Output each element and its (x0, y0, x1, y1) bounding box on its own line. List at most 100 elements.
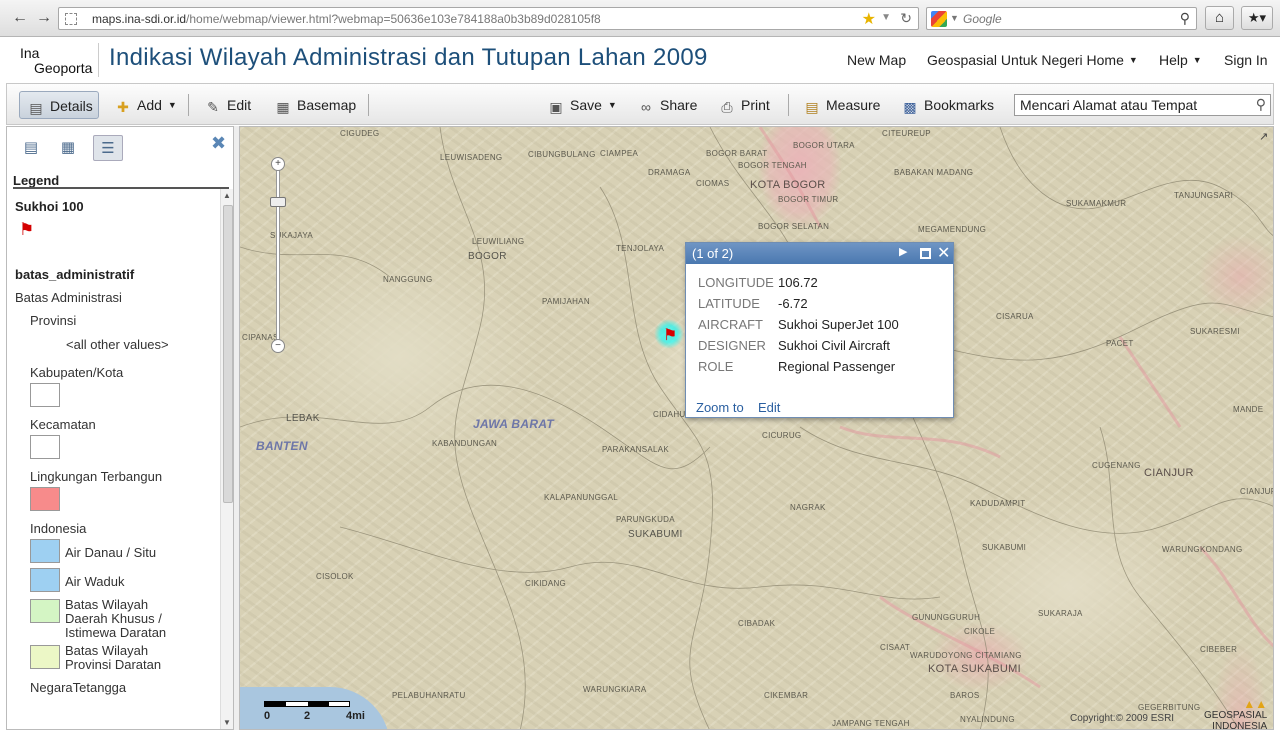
google-icon[interactable] (931, 11, 947, 27)
zoom-slider[interactable]: + − (270, 157, 286, 353)
map-label: KOTA BOGOR (750, 179, 826, 191)
app-header: Ina Geoporta Indikasi Wilayah Administra… (0, 37, 1280, 82)
help-menu[interactable]: Help ▼ (1159, 52, 1202, 68)
scroll-down-icon[interactable]: ▼ (223, 718, 231, 727)
selected-feature-marker[interactable]: ⚑ (654, 319, 684, 349)
find-address-field[interactable]: ⚲ (1014, 94, 1271, 116)
addon-icon[interactable]: ★▾ (1241, 6, 1273, 30)
map-label: CIDAHU (653, 410, 686, 419)
print-button[interactable]: ⎙ Print (719, 91, 769, 119)
share-button[interactable]: ∞ Share (638, 91, 697, 119)
logo-line-1: Ina (20, 45, 40, 61)
edit-button[interactable]: ✎ Edit (205, 91, 251, 119)
bookmarks-button[interactable]: ▩ Bookmarks (902, 91, 994, 119)
search-icon[interactable]: ⚲ (1180, 10, 1190, 27)
scroll-thumb[interactable] (223, 205, 233, 503)
search-engine-dropdown-icon[interactable]: ▼ (950, 13, 959, 23)
built-up-area (839, 425, 1001, 459)
close-icon[interactable]: ✖ (211, 133, 226, 154)
map-label: JAWA BARAT (473, 417, 554, 431)
zoom-to-link[interactable]: Zoom to (696, 400, 744, 415)
new-map-link[interactable]: New Map (847, 52, 906, 68)
map-label: LEUWISADENG (440, 153, 503, 162)
about-tab-icon[interactable]: ▤ (16, 135, 46, 161)
geoportal-logo[interactable]: Ina Geoporta (20, 46, 92, 76)
popup-field: LONGITUDE 106.72 (698, 275, 818, 290)
map-label: GUNUNGGURUH (912, 613, 981, 622)
map-label: CISAAT (880, 643, 911, 652)
browser-toolbar: ← → maps.ina-sdi.or.id/home/webmap/viewe… (0, 0, 1280, 37)
printer-icon: ⎙ (721, 99, 733, 115)
map-label: SUKABUMI (982, 543, 1027, 552)
district-boundary (999, 127, 1273, 236)
popup-field: LATITUDE -6.72 (698, 296, 808, 311)
search-icon[interactable]: ⚲ (1256, 96, 1266, 113)
legend-tab-icon[interactable]: ☰ (93, 135, 123, 161)
home-icon[interactable]: ⌂ (1205, 6, 1234, 30)
forward-arrow-icon[interactable]: → (34, 8, 54, 28)
legend-item-provinsi-daratan-line1: Batas Wilayah (65, 643, 149, 658)
find-address-input[interactable] (1015, 95, 1245, 115)
details-button[interactable]: ▤ Details (19, 91, 99, 119)
map-label: CIGUDEG (340, 129, 380, 138)
legend-scrollbar[interactable]: ▲ ▼ (220, 189, 233, 729)
legend-divider (13, 187, 229, 189)
map-label: NANGGUNG (383, 275, 433, 284)
zoom-track[interactable] (276, 167, 280, 343)
close-icon[interactable]: ✕ (937, 243, 950, 263)
popup-field: AIRCRAFT Sukhoi SuperJet 100 (698, 317, 899, 332)
legend-item-all-other: <all other values> (66, 337, 169, 352)
layer-title-batas: batas_administratif (15, 267, 135, 282)
sign-in-link[interactable]: Sign In (1224, 52, 1268, 68)
edit-label: Edit (227, 97, 252, 113)
map-label: MANDE (1233, 405, 1264, 414)
maximize-icon[interactable] (920, 248, 931, 259)
save-button[interactable]: ▣ Save ▼ (548, 91, 616, 119)
map-label: PAMIJAHAN (542, 297, 590, 306)
reload-icon[interactable]: ↻ (900, 10, 912, 27)
legend-item-waduk: Air Waduk (65, 574, 125, 589)
browser-search-field[interactable]: ▼ Google ⚲ (926, 7, 1197, 30)
lingkungan-swatch (30, 487, 60, 511)
zoom-in-icon[interactable]: + (271, 157, 285, 171)
basemap-button[interactable]: ▦ Basemap (275, 91, 356, 119)
map-boundaries (240, 127, 1273, 729)
add-button[interactable]: ✚ Add ▼ (115, 91, 177, 119)
layer-title-sukhoi: Sukhoi 100 (15, 199, 84, 214)
content-tab-icon[interactable]: ▦ (53, 135, 83, 161)
add-label: Add (137, 97, 162, 113)
map-label: CISOLOK (316, 572, 354, 581)
url-text[interactable]: maps.ina-sdi.or.id/home/webmap/viewer.ht… (92, 12, 601, 26)
map-copyright: Copyright:© 2009 ESRI (1070, 713, 1175, 724)
map-view[interactable]: CIGUDEG LEUWISADENG CIBUNGBULANG CIAMPEA… (239, 126, 1274, 730)
scroll-up-icon[interactable]: ▲ (223, 191, 231, 200)
map-label: WARUNGKIARA (583, 685, 647, 694)
site-identity-icon[interactable] (65, 13, 77, 25)
home-menu[interactable]: Geospasial Untuk Negeri Home ▼ (927, 52, 1138, 68)
map-label: BANTEN (256, 439, 308, 453)
toolbar-divider (368, 94, 369, 116)
field-value: Sukhoi SuperJet 100 (778, 317, 899, 332)
home-menu-label: Geospasial Untuk Negeri Home (927, 52, 1124, 68)
field-key: AIRCRAFT (698, 317, 763, 332)
back-arrow-icon[interactable]: ← (10, 8, 30, 28)
details-icon: ▤ (29, 100, 43, 116)
field-value: 106.72 (778, 275, 818, 290)
bookmark-star-icon[interactable]: ★ (862, 9, 876, 29)
district-boundary (240, 246, 391, 278)
field-value: -6.72 (778, 296, 808, 311)
map-toolbar: ▤ Details ✚ Add ▼ ✎ Edit ▦ Basemap ▣ Save ▼ ∞ Sh… (6, 83, 1274, 125)
history-dropdown-icon[interactable]: ▼ (881, 12, 891, 23)
zoom-out-icon[interactable]: − (271, 339, 285, 353)
popup-header: (1 of 2) ▶ ✕ (686, 243, 953, 264)
next-feature-icon[interactable]: ▶ (899, 245, 907, 258)
scale-label: 0 (264, 710, 271, 722)
expand-map-icon[interactable]: ↗ (1259, 130, 1268, 143)
measure-button[interactable]: ▤ Measure (804, 91, 880, 119)
kabupaten-swatch (30, 383, 60, 407)
legend-list[interactable]: Sukhoi 100 ⚑ batas_administratif Batas A… (7, 193, 219, 729)
address-bar[interactable]: maps.ina-sdi.or.id/home/webmap/viewer.ht… (58, 7, 919, 30)
brand-line-1: GEOSPASIAL (1204, 710, 1268, 721)
zoom-handle[interactable] (270, 197, 286, 207)
popup-edit-link[interactable]: Edit (758, 400, 780, 415)
